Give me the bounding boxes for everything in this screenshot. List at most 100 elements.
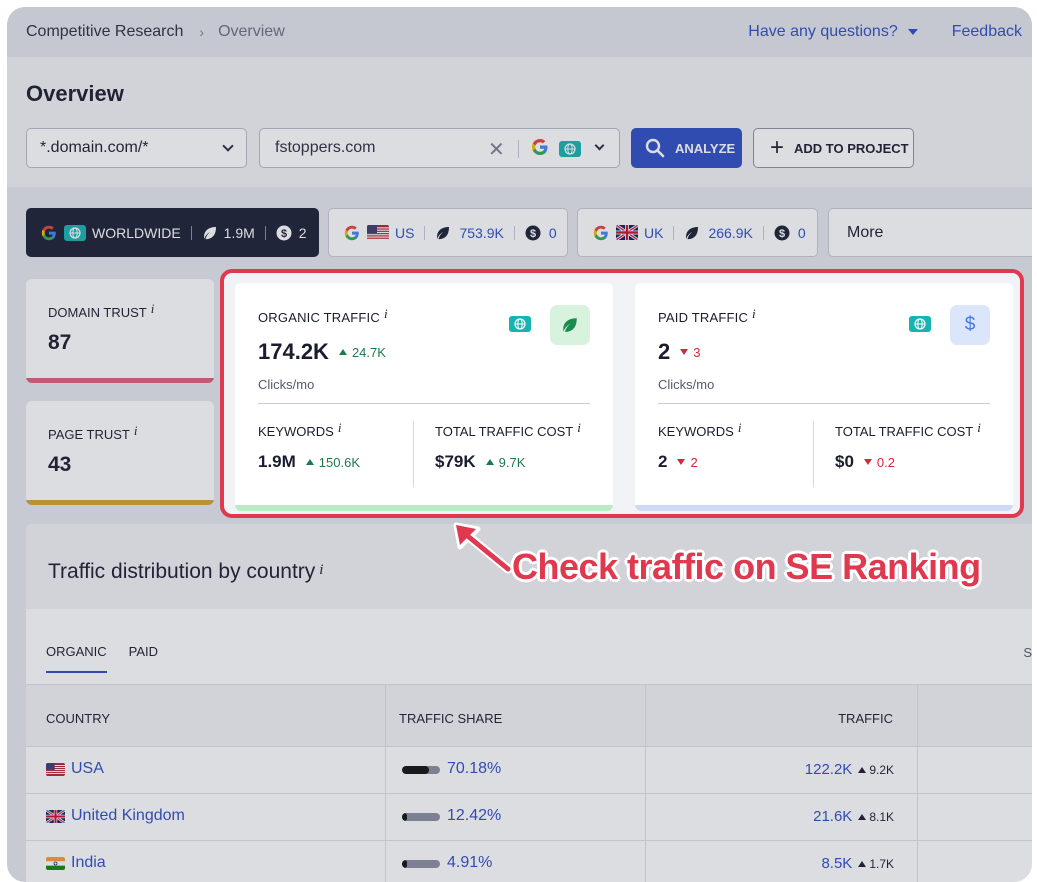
country-name: India [71, 854, 106, 871]
paid-traffic-card: PAID TRAFFIC i $ 23 Clicks/mo KEYWORDS i 2… [635, 283, 1013, 511]
region-name: US [395, 224, 415, 241]
table-row: India 4.91% 8.5K 1.7K [26, 841, 1032, 882]
organic-label-text: ORGANIC TRAFFIC [258, 310, 380, 325]
caret-down-icon [907, 28, 918, 35]
table-row: USA 70.18% 122.2K 9.2K [26, 747, 1032, 794]
country-link[interactable]: United Kingdom [46, 807, 185, 825]
scope-select[interactable]: *.domain.com/* [26, 128, 247, 168]
paid-cost-delta-value: 0.2 [876, 454, 895, 470]
top-links: Have any questions? Feedback [748, 7, 1022, 57]
svg-text:$: $ [530, 228, 536, 240]
arrow-down-icon [680, 349, 689, 355]
share-value: 4.91% [447, 854, 493, 871]
breadcrumb-parent[interactable]: Competitive Research [26, 23, 183, 41]
organic-keywords-delta: 150.6K [305, 455, 360, 470]
info-icon[interactable]: i [738, 420, 742, 435]
table-header: COUNTRY TRAFFIC SHARE TRAFFIC [26, 684, 1032, 747]
region-paid-count: 0 [797, 224, 806, 241]
traffic-delta-value: 9.2K [869, 762, 894, 777]
country-link[interactable]: USA [46, 760, 104, 778]
clipped-text: S [1023, 645, 1032, 660]
divider [673, 225, 675, 240]
google-icon[interactable] [530, 137, 550, 163]
traffic-delta: 1.7K [858, 857, 894, 871]
divider [413, 421, 414, 487]
organic-unit: Clicks/mo [258, 377, 315, 392]
region-tab-uk[interactable]: UK 266.9K $ 0 [577, 208, 818, 257]
traffic-value[interactable]: 8.5K 1.7K [821, 855, 894, 872]
page-title: Overview [26, 81, 124, 106]
domain-trust-card: DOMAIN TRUST i 87 [26, 279, 214, 383]
region-organic-count: 753.9K [459, 224, 504, 241]
feedback-link[interactable]: Feedback [952, 23, 1022, 41]
traffic-number: 8.5K [821, 855, 853, 872]
col-country[interactable]: COUNTRY [46, 711, 110, 726]
traffic-delta-value: 8.1K [869, 809, 894, 824]
leaf-icon [684, 225, 700, 241]
analyze-label: ANALYZE [675, 140, 736, 156]
paid-value: 23 [658, 339, 700, 365]
col-traffic[interactable]: TRAFFIC [838, 711, 893, 726]
uk-flag-icon [616, 225, 638, 240]
add-to-project-button[interactable]: + ADD TO PROJECT [753, 128, 914, 168]
dollar-icon: $ [774, 225, 790, 241]
highlight-frame: ORGANIC TRAFFIC i 174.2K 24.7K Clicks/mo K… [220, 269, 1024, 518]
info-icon[interactable]: i [134, 423, 138, 438]
organic-bar [235, 505, 613, 511]
paid-keywords-delta-value: 2 [690, 454, 698, 470]
region-organic-count: 1.9M [223, 224, 255, 241]
info-icon[interactable]: i [752, 306, 756, 321]
traffic-value[interactable]: 21.6K 8.1K [813, 808, 894, 825]
google-icon [40, 224, 58, 242]
arrow-down-icon [863, 459, 872, 465]
india-flag-icon [46, 856, 65, 870]
paid-delta: 3 [680, 345, 700, 360]
region-tab-us[interactable]: US 753.9K $ 0 [328, 208, 568, 257]
paid-keywords-label-text: KEYWORDS [658, 424, 734, 439]
organic-keywords-label: KEYWORDS i [258, 420, 341, 440]
paid-label: PAID TRAFFIC i [658, 306, 756, 326]
globe-icon[interactable] [559, 141, 581, 157]
paid-label-text: PAID TRAFFIC [658, 310, 749, 325]
divider [190, 225, 192, 240]
clear-icon[interactable]: ✕ [488, 137, 505, 162]
traffic-value[interactable]: 122.2K 9.2K [805, 761, 894, 778]
organic-delta-value: 24.7K [351, 344, 386, 360]
info-icon[interactable]: i [577, 420, 581, 435]
region-paid-count: 0 [548, 224, 557, 241]
analyze-button[interactable]: ANALYZE [631, 128, 742, 168]
chevron-down-icon[interactable] [594, 140, 605, 151]
divider [518, 140, 519, 158]
country-link[interactable]: India [46, 854, 106, 872]
svg-text:$: $ [779, 228, 785, 240]
leaf-icon [202, 225, 218, 241]
app-frame: Competitive Research › Overview Have any… [7, 7, 1032, 882]
col-traffic-share[interactable]: TRAFFIC SHARE [399, 711, 502, 726]
more-regions-dropdown[interactable]: More [828, 208, 1032, 257]
domain-trust-bar [26, 378, 214, 383]
share-value: 12.42% [447, 807, 502, 824]
info-icon[interactable]: i [977, 420, 981, 435]
traffic-delta: 8.1K [858, 810, 894, 824]
arrow-up-icon [485, 459, 494, 465]
arrow-up-icon [858, 813, 867, 820]
country-name: United Kingdom [71, 807, 185, 824]
organic-keywords-label-text: KEYWORDS [258, 424, 334, 439]
share-bar [402, 860, 440, 868]
domain-trust-value: 87 [48, 331, 72, 354]
questions-dropdown[interactable]: Have any questions? [748, 23, 918, 41]
region-tab-worldwide[interactable]: WORLDWIDE 1.9M $ 2 [26, 208, 319, 257]
organic-traffic-card: ORGANIC TRAFFIC i 174.2K 24.7K Clicks/mo K… [235, 283, 613, 511]
domain-input[interactable] [275, 139, 475, 157]
leaf-icon [550, 305, 590, 345]
tab-paid[interactable]: PAID [129, 644, 158, 673]
add-project-label: ADD TO PROJECT [794, 140, 909, 156]
annotation-arrow-icon [453, 522, 513, 574]
paid-value-text: 2 [658, 339, 671, 364]
tab-organic[interactable]: ORGANIC [46, 644, 107, 673]
domain-field[interactable]: ✕ [259, 128, 620, 168]
info-icon[interactable]: i [151, 301, 155, 316]
info-icon[interactable]: i [338, 420, 342, 435]
info-icon[interactable]: i [319, 562, 323, 578]
info-icon[interactable]: i [384, 306, 388, 321]
